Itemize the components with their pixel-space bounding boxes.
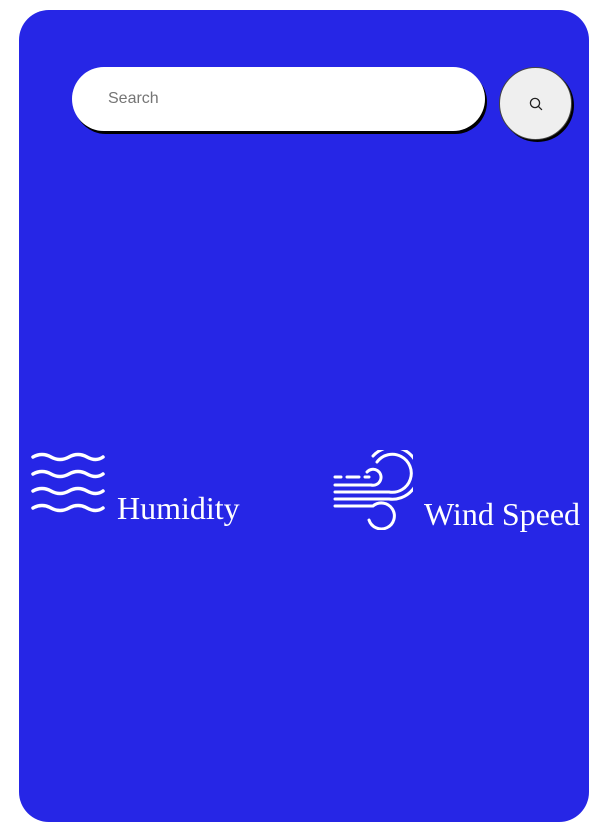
wind-icon	[333, 445, 420, 535]
humidity-waves-icon	[31, 451, 105, 522]
wind-speed-label: Wind Speed	[424, 496, 581, 532]
weather-card: Humidity Wind Speed	[19, 10, 589, 822]
search-input[interactable]	[72, 67, 485, 131]
search-icon	[529, 97, 543, 111]
search-button[interactable]	[499, 67, 572, 140]
humidity-label: Humidity	[117, 490, 240, 526]
